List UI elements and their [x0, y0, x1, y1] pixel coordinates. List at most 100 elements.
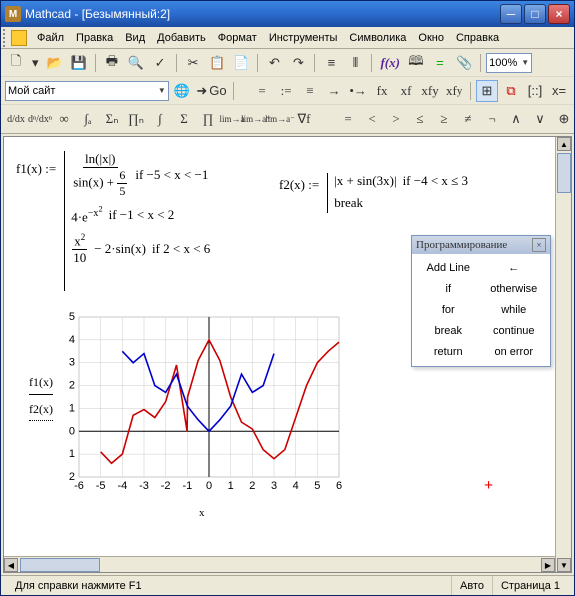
menu-symbolics[interactable]: Символика: [343, 30, 412, 46]
zoom-combo[interactable]: 100%▼: [486, 53, 532, 73]
bool-eq[interactable]: ≡: [299, 80, 321, 102]
eq-button[interactable]: =: [337, 108, 359, 130]
infinity-button[interactable]: ∞: [53, 108, 75, 130]
cut-button[interactable]: ✂: [182, 52, 204, 74]
scroll-down-arrow[interactable]: ▼: [557, 558, 571, 572]
defint-button[interactable]: ∫ₐ: [77, 108, 99, 130]
scrollbar-vertical[interactable]: ▲ ▼: [555, 137, 571, 572]
close-button[interactable]: ×: [548, 4, 570, 24]
minimize-button[interactable]: ─: [500, 4, 522, 24]
component-button[interactable]: 📎: [453, 52, 475, 74]
palette-close-button[interactable]: ×: [532, 238, 546, 252]
print-button[interactable]: 🖶: [101, 52, 123, 74]
xf-op[interactable]: xf: [395, 80, 417, 102]
menu-insert[interactable]: Добавить: [151, 30, 212, 46]
worksheet[interactable]: f1(x) := ln(|x|) sin(x) + 65 if −5 < x <…: [3, 136, 572, 573]
int-button[interactable]: ∫: [149, 108, 171, 130]
prog-otherwise[interactable]: otherwise: [482, 279, 547, 299]
scroll-thumb-h[interactable]: [20, 558, 100, 572]
prodrange-button[interactable]: ∏ₙ: [125, 108, 147, 130]
menu-edit[interactable]: Правка: [70, 30, 119, 46]
paste-button[interactable]: 📄: [230, 52, 252, 74]
unit-button[interactable]: 🕮: [405, 52, 427, 74]
prog-while[interactable]: while: [482, 300, 547, 320]
programming-palette[interactable]: Программирование × Add Line ← if otherwi…: [411, 235, 551, 367]
lim-button[interactable]: lim→a: [221, 108, 243, 130]
deriv-button[interactable]: d/dx: [5, 108, 27, 130]
scroll-thumb-v[interactable]: [557, 153, 571, 193]
menu-window[interactable]: Окно: [412, 30, 450, 46]
palette-header[interactable]: Программирование ×: [412, 236, 550, 254]
grad-button[interactable]: ∇f: [293, 108, 315, 130]
liml-button[interactable]: lim→a⁻: [269, 108, 291, 130]
maximize-button[interactable]: □: [524, 4, 546, 24]
menu-tools[interactable]: Инструменты: [263, 30, 344, 46]
ne-button[interactable]: ≠: [457, 108, 479, 130]
doc-icon[interactable]: [11, 30, 27, 46]
or-button[interactable]: ∨: [529, 108, 551, 130]
gt-button[interactable]: >: [385, 108, 407, 130]
calc-button[interactable]: =: [429, 52, 451, 74]
align2-button[interactable]: ⫴: [344, 52, 366, 74]
sym-arrow[interactable]: •→: [347, 80, 369, 102]
menu-help[interactable]: Справка: [450, 30, 505, 46]
fx-op[interactable]: fx: [371, 80, 393, 102]
xfy2-op[interactable]: xfy: [443, 80, 465, 102]
prog-break[interactable]: break: [416, 321, 481, 341]
titlebar[interactable]: M Mathcad - [Безымянный:2] ─ □ ×: [1, 1, 574, 27]
fx-button[interactable]: f(x): [377, 52, 403, 74]
xor-button[interactable]: ⊕: [553, 108, 575, 130]
preview-button[interactable]: 🔍: [125, 52, 147, 74]
prog-for[interactable]: for: [416, 300, 481, 320]
prod-button[interactable]: ∏: [197, 108, 219, 130]
statusbar: Для справки нажмите F1 Авто Страница 1: [1, 575, 574, 595]
new-button[interactable]: 🗋: [5, 52, 27, 74]
assign-op[interactable]: :=: [275, 80, 297, 102]
plot-region[interactable]: f1(x) f2(x) -6-5-4-3-2-10123456-2-101234…: [29, 312, 349, 522]
svg-text:-6: -6: [74, 480, 84, 492]
prog-return[interactable]: return: [416, 342, 481, 362]
scrollbar-horizontal[interactable]: ◀ ▶: [4, 556, 555, 572]
scroll-right-arrow[interactable]: ▶: [541, 558, 555, 572]
prog-addline[interactable]: Add Line: [416, 258, 481, 278]
limr-button[interactable]: lim→a⁺: [245, 108, 267, 130]
menu-view[interactable]: Вид: [119, 30, 151, 46]
palette-graph[interactable]: ⧉: [500, 80, 522, 102]
prog-continue[interactable]: continue: [482, 321, 547, 341]
new-dropdown[interactable]: ▾: [29, 52, 42, 74]
palette-eval[interactable]: x=: [548, 80, 570, 102]
palette-calc[interactable]: ⊞: [476, 80, 498, 102]
menu-grip[interactable]: [3, 29, 9, 47]
site-combo[interactable]: Мой сайт▼: [5, 81, 169, 101]
scroll-left-arrow[interactable]: ◀: [4, 558, 18, 572]
align-button[interactable]: ≡: [320, 52, 342, 74]
lt-button[interactable]: <: [361, 108, 383, 130]
le-button[interactable]: ≤: [409, 108, 431, 130]
prog-if[interactable]: if: [416, 279, 481, 299]
arrow-op[interactable]: →: [323, 80, 345, 102]
open-button[interactable]: 📂: [44, 52, 66, 74]
sumrange-button[interactable]: Σₙ: [101, 108, 123, 130]
xfy-op[interactable]: xfy: [419, 80, 441, 102]
formula-f1[interactable]: f1(x) := ln(|x|) sin(x) + 65 if −5 < x <…: [16, 151, 210, 291]
go-button[interactable]: ➜Go: [195, 80, 228, 102]
nderiv-button[interactable]: dⁿ/dxⁿ: [29, 108, 51, 130]
ge-button[interactable]: ≥: [433, 108, 455, 130]
formula-f2[interactable]: f2(x) := |x + sin(3x)| if −4 < x ≤ 3 bre…: [279, 173, 468, 213]
scroll-up-arrow[interactable]: ▲: [557, 137, 571, 151]
not-button[interactable]: ¬: [481, 108, 503, 130]
palette-matrix[interactable]: [::]: [524, 80, 546, 102]
menu-file[interactable]: Файл: [31, 30, 70, 46]
undo-button[interactable]: ↶: [263, 52, 285, 74]
spell-button[interactable]: ✓: [149, 52, 171, 74]
sum-button[interactable]: Σ: [173, 108, 195, 130]
copy-button[interactable]: 📋: [206, 52, 228, 74]
redo-button[interactable]: ↷: [287, 52, 309, 74]
save-button[interactable]: 💾: [68, 52, 90, 74]
menu-format[interactable]: Формат: [212, 30, 263, 46]
world-button[interactable]: 🌐: [171, 80, 193, 102]
prog-leftarrow[interactable]: ←: [482, 258, 547, 278]
and-button[interactable]: ∧: [505, 108, 527, 130]
prog-onerror[interactable]: on error: [482, 342, 547, 362]
eval-eq[interactable]: =: [251, 80, 273, 102]
